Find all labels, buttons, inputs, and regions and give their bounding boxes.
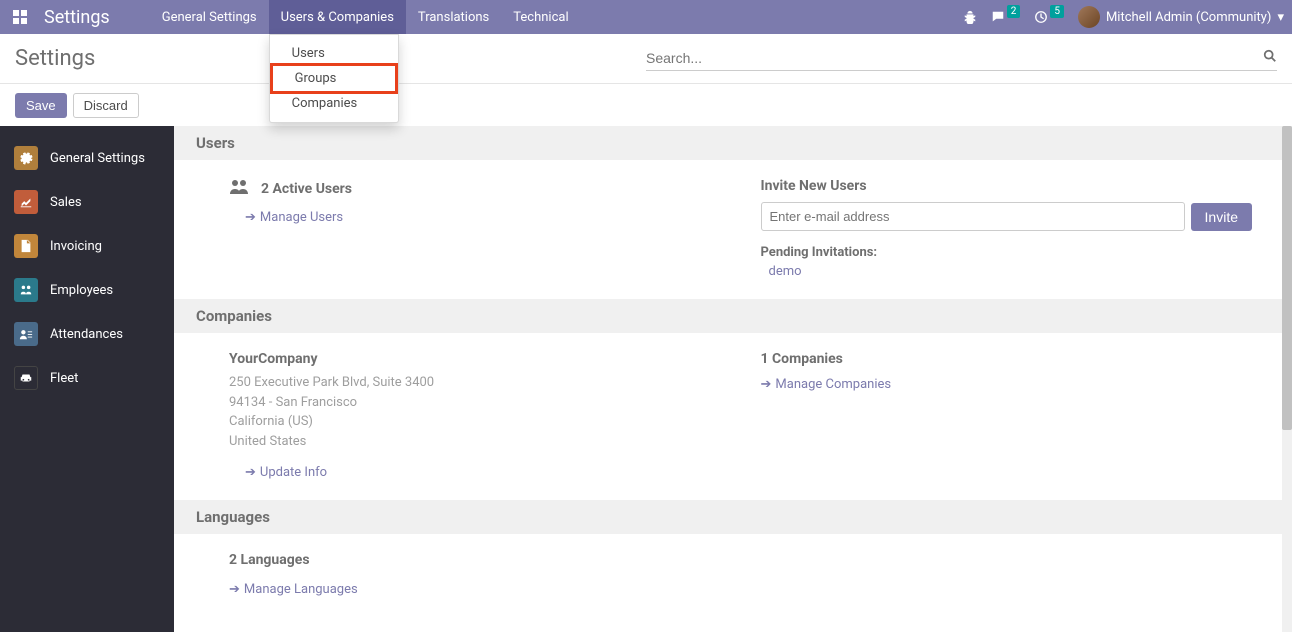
address-line: 250 Executive Park Blvd, Suite 3400 xyxy=(229,373,721,393)
avatar xyxy=(1078,6,1100,28)
section-header-languages: Languages xyxy=(174,500,1292,534)
manage-languages-link[interactable]: ➔ Manage Languages xyxy=(229,582,358,597)
companies-section-body: YourCompany 250 Executive Park Blvd, Sui… xyxy=(174,333,1292,500)
search-wrap xyxy=(646,46,1277,71)
caret-down-icon: ▾ xyxy=(1277,10,1284,25)
section-header-users: Users xyxy=(174,126,1292,160)
sidebar-item-label: Invoicing xyxy=(50,239,102,254)
activity-badge: 5 xyxy=(1050,5,1064,18)
languages-left-col: 2 Languages ➔ Manage Languages xyxy=(229,552,721,597)
email-input[interactable] xyxy=(761,202,1185,231)
chart-icon xyxy=(14,190,38,214)
chat-badge: 2 xyxy=(1007,5,1021,18)
arrow-right-icon: ➔ xyxy=(245,210,256,225)
topnav-label: Users & Companies xyxy=(281,10,394,25)
sidebar-item-label: Fleet xyxy=(50,371,78,386)
companies-right-col: 1 Companies ➔ Manage Companies xyxy=(761,351,1253,480)
clock-icon xyxy=(14,322,38,346)
manage-companies-link[interactable]: ➔ Manage Companies xyxy=(761,377,892,392)
languages-section-body: 2 Languages ➔ Manage Languages xyxy=(174,534,1292,617)
address-line: California (US) xyxy=(229,412,721,432)
update-info-link[interactable]: ➔ Update Info xyxy=(245,465,327,480)
people-icon xyxy=(14,278,38,302)
topbar: Settings General Settings Users & Compan… xyxy=(0,0,1292,34)
sidebar-item-label: Attendances xyxy=(50,327,123,342)
users-right-col: Invite New Users Invite Pending Invitati… xyxy=(761,178,1253,279)
user-name: Mitchell Admin (Community) xyxy=(1106,10,1272,25)
languages-right-col xyxy=(761,552,1253,597)
sidebar-item-general-settings[interactable]: General Settings xyxy=(0,136,174,180)
company-name: YourCompany xyxy=(229,351,721,367)
sidebar-item-attendances[interactable]: Attendances xyxy=(0,312,174,356)
dropdown-companies[interactable]: Companies xyxy=(270,91,398,116)
pending-label: Pending Invitations: xyxy=(761,245,1253,260)
gear-icon xyxy=(14,146,38,170)
pending-item[interactable]: demo xyxy=(769,264,1253,279)
link-label: Manage Users xyxy=(260,210,343,225)
scrollbar-track[interactable] xyxy=(1282,126,1292,632)
topnav: General Settings Users & Companies Users… xyxy=(150,0,581,34)
actions-bar: Save Discard xyxy=(0,84,1292,126)
invite-row: Invite xyxy=(761,202,1253,231)
link-label: Manage Languages xyxy=(244,582,358,597)
invite-title: Invite New Users xyxy=(761,178,1253,194)
car-icon xyxy=(14,366,38,390)
topnav-users-companies[interactable]: Users & Companies Users Groups Companies xyxy=(269,0,406,34)
users-icon xyxy=(229,178,249,200)
apps-icon[interactable] xyxy=(8,5,32,29)
discard-button[interactable]: Discard xyxy=(73,93,139,118)
users-left-col: 2 Active Users ➔ Manage Users xyxy=(229,178,721,279)
languages-count: 2 Languages xyxy=(229,552,721,568)
companies-count: 1 Companies xyxy=(761,351,1253,367)
users-section-body: 2 Active Users ➔ Manage Users Invite New… xyxy=(174,160,1292,299)
dropdown-menu: Users Groups Companies xyxy=(269,34,399,123)
arrow-right-icon: ➔ xyxy=(229,582,240,597)
dropdown-groups[interactable]: Groups xyxy=(270,63,398,94)
sidebar-item-label: Sales xyxy=(50,195,82,210)
subheader: Settings xyxy=(0,34,1292,84)
sidebar-item-sales[interactable]: Sales xyxy=(0,180,174,224)
section-header-companies: Companies xyxy=(174,299,1292,333)
app-title[interactable]: Settings xyxy=(44,7,110,28)
save-button[interactable]: Save xyxy=(15,93,67,118)
address-line: 94134 - San Francisco xyxy=(229,393,721,413)
bug-icon[interactable] xyxy=(963,10,977,24)
file-icon xyxy=(14,234,38,258)
sidebar-item-fleet[interactable]: Fleet xyxy=(0,356,174,400)
topbar-right: 2 5 Mitchell Admin (Community) ▾ xyxy=(963,6,1284,28)
link-label: Update Info xyxy=(260,465,327,480)
scrollbar-thumb[interactable] xyxy=(1282,126,1292,430)
main-wrap: General Settings Sales Invoicing Employe… xyxy=(0,126,1292,632)
link-label: Manage Companies xyxy=(775,377,891,392)
active-users-row: 2 Active Users xyxy=(229,178,721,200)
search-icon[interactable] xyxy=(1263,49,1277,67)
topnav-translations[interactable]: Translations xyxy=(406,0,501,34)
arrow-right-icon: ➔ xyxy=(245,465,256,480)
active-users-count: 2 Active Users xyxy=(261,181,352,197)
topnav-general-settings[interactable]: General Settings xyxy=(150,0,269,34)
manage-users-link[interactable]: ➔ Manage Users xyxy=(245,210,343,225)
companies-left-col: YourCompany 250 Executive Park Blvd, Sui… xyxy=(229,351,721,480)
chat-icon[interactable]: 2 xyxy=(991,10,1021,24)
sidebar-item-invoicing[interactable]: Invoicing xyxy=(0,224,174,268)
sidebar-item-employees[interactable]: Employees xyxy=(0,268,174,312)
activity-icon[interactable]: 5 xyxy=(1034,10,1064,24)
content: Users 2 Active Users ➔ Manage Users Invi… xyxy=(174,126,1292,632)
invite-button[interactable]: Invite xyxy=(1191,203,1252,231)
sidebar-item-label: General Settings xyxy=(50,151,145,166)
address-line: United States xyxy=(229,432,721,452)
search-input[interactable] xyxy=(646,46,1263,70)
user-menu[interactable]: Mitchell Admin (Community) ▾ xyxy=(1078,6,1284,28)
sidebar-item-label: Employees xyxy=(50,283,113,298)
topnav-technical[interactable]: Technical xyxy=(501,0,580,34)
sidebar: General Settings Sales Invoicing Employe… xyxy=(0,126,174,632)
arrow-right-icon: ➔ xyxy=(761,377,772,392)
